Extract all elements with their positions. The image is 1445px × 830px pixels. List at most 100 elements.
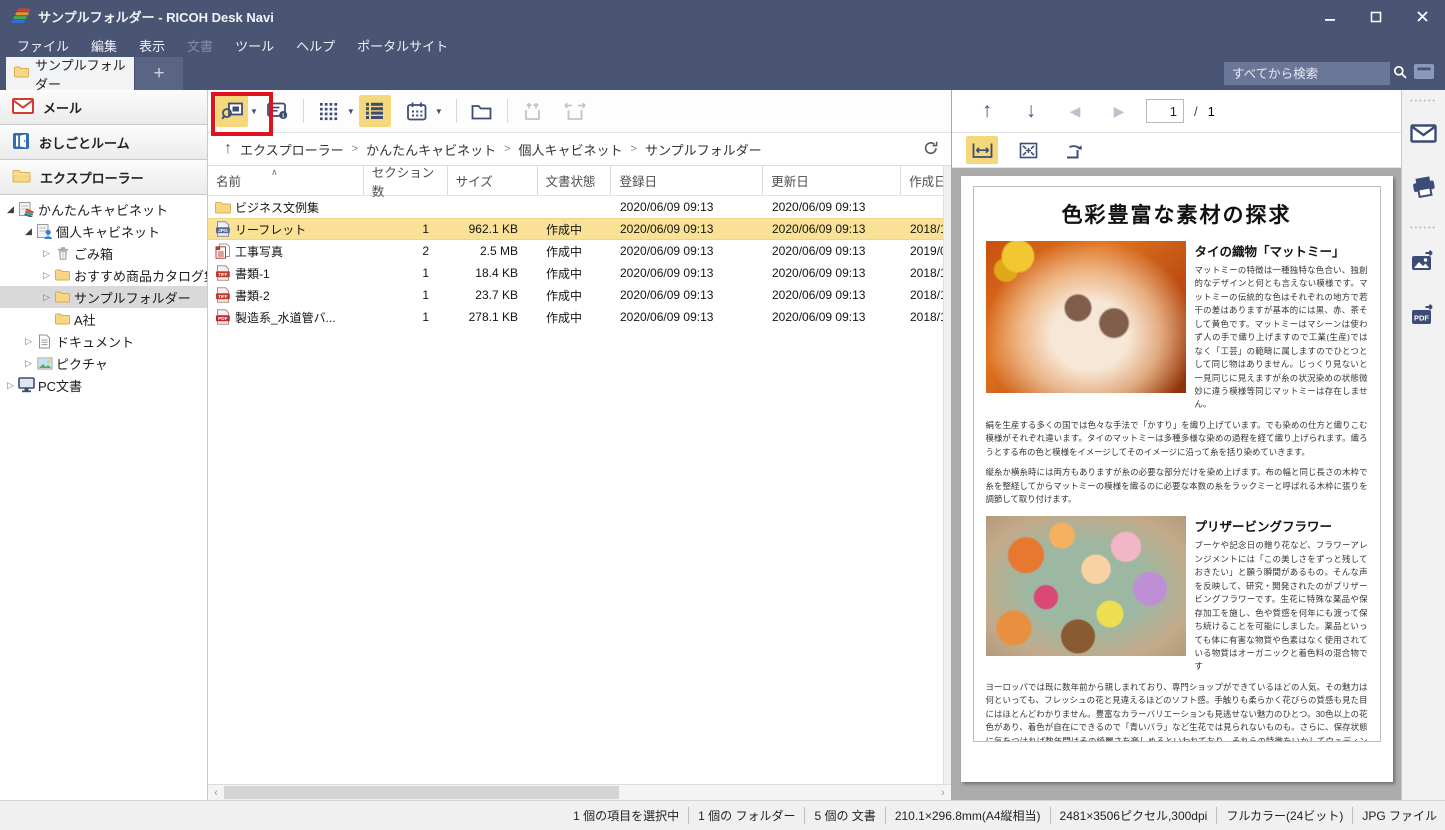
next-page-icon[interactable]: ▶ [1102, 96, 1136, 126]
next-document-icon[interactable]: ↓ [1014, 96, 1048, 126]
page-number-input[interactable] [1146, 99, 1184, 123]
refresh-icon[interactable] [923, 140, 939, 159]
print-icon[interactable] [1407, 167, 1441, 207]
menu-item[interactable]: ツール [224, 33, 285, 57]
chevron-down-icon[interactable]: ▼ [250, 107, 258, 116]
new-tab-button[interactable]: + [135, 57, 183, 90]
tree-expander-icon[interactable]: ▷ [40, 248, 53, 259]
tree-expander-icon[interactable]: ▷ [22, 358, 35, 369]
export-image-icon[interactable] [1407, 240, 1441, 280]
document-icon [35, 334, 54, 349]
tree-item[interactable]: ▷PC文書 [0, 374, 207, 396]
tree-expander-icon[interactable]: ▷ [40, 292, 53, 303]
search-input[interactable] [1232, 67, 1393, 81]
scrollbar-thumb[interactable] [224, 786, 619, 799]
preview-pane-button[interactable] [216, 95, 248, 127]
panel-toggle-icon[interactable] [1413, 63, 1435, 83]
tree-expander-icon[interactable]: ◢ [4, 204, 17, 215]
menu-item[interactable]: 編集 [80, 33, 128, 57]
calendar-view-button[interactable] [401, 95, 433, 127]
breadcrumb-item[interactable]: かんたんキャビネット [366, 140, 496, 159]
file-cell: 2020/06/09 09:13 [612, 222, 764, 236]
column-header-updated[interactable]: 更新日 [763, 166, 901, 195]
file-cell: 1 [364, 266, 448, 280]
tree-item-label: ドキュメント [56, 332, 134, 351]
workroom-icon [12, 132, 30, 153]
send-mail-icon[interactable] [1407, 113, 1441, 153]
property-card-button[interactable]: i [262, 95, 294, 127]
column-header-sections[interactable]: セクション数 [364, 166, 448, 195]
menu-item[interactable]: ファイル [6, 33, 80, 57]
status-item: 5 個の 文書 [805, 807, 885, 824]
sidebar-item-mail[interactable]: メール [0, 90, 207, 125]
tree-item[interactable]: ◢個人キャビネット [0, 220, 207, 242]
tab-folder-icon [14, 66, 29, 81]
list-view-button[interactable] [359, 95, 391, 127]
sidebar-item-workroom[interactable]: おしごとルーム [0, 125, 207, 160]
window-title: サンプルフォルダー - RICOH Desk Navi [38, 7, 274, 26]
horizontal-scrollbar[interactable]: ‹ › [208, 784, 951, 800]
file-row[interactable]: 工事写真22.5 MB作成中2020/06/09 09:132020/06/09… [208, 240, 951, 262]
menu-item[interactable]: 表示 [128, 33, 176, 57]
previous-page-icon[interactable]: ◀ [1058, 96, 1092, 126]
previous-document-icon[interactable]: ↑ [970, 96, 1004, 126]
file-row[interactable]: PDF製造系_水道管バ...1278.1 KB作成中2020/06/09 09:… [208, 306, 951, 328]
search-box[interactable] [1224, 62, 1390, 85]
file-row[interactable]: ビジネス文例集2020/06/09 09:132020/06/09 09:13 [208, 196, 951, 218]
preview-viewport[interactable]: 色彩豊富な素材の探求 タイの織物「マットミー」 マットミーの特徴は一種独特な色合… [952, 168, 1401, 800]
tree-item[interactable]: ▷ピクチャ [0, 352, 207, 374]
doc-image-bouquet [986, 516, 1186, 656]
split-button[interactable] [559, 95, 591, 127]
folder-icon [53, 291, 72, 303]
tree-expander-icon[interactable]: ◢ [22, 226, 35, 237]
breadcrumb-item[interactable]: 個人キャビネット [519, 140, 623, 159]
chevron-down-icon[interactable]: ▼ [435, 107, 443, 116]
column-header-name[interactable]: 名前 ∧ [208, 166, 364, 195]
new-folder-button[interactable] [466, 95, 498, 127]
search-icon[interactable] [1393, 65, 1407, 82]
tree-item[interactable]: ◢かんたんキャビネット [0, 198, 207, 220]
menu-item[interactable]: ポータルサイト [346, 33, 459, 57]
up-folder-icon[interactable]: ↑ [224, 140, 232, 158]
scroll-right-icon[interactable]: › [935, 787, 951, 799]
tree-item[interactable]: A社 [0, 308, 207, 330]
file-row[interactable]: JPGリーフレット1962.1 KB作成中2020/06/09 09:13202… [208, 218, 951, 240]
vertical-scrollbar[interactable] [943, 166, 951, 784]
maximize-button[interactable] [1353, 0, 1399, 33]
column-header-status[interactable]: 文書状態 [538, 166, 612, 195]
tree-expander-icon[interactable]: ▷ [22, 336, 35, 347]
export-pdf-icon[interactable]: PDF [1407, 294, 1441, 334]
chevron-down-icon[interactable]: ▼ [347, 107, 355, 116]
rotate-button[interactable] [1058, 136, 1090, 164]
combine-button[interactable] [517, 95, 549, 127]
breadcrumb-item[interactable]: エクスプローラー [240, 140, 344, 159]
close-button[interactable] [1399, 0, 1445, 33]
breadcrumb-item[interactable]: サンプルフォルダー [645, 140, 762, 159]
tree-item[interactable]: ▷おすすめ商品カタログ集 [0, 264, 207, 286]
drag-handle[interactable]: •••••• [1410, 98, 1437, 105]
fit-width-button[interactable] [966, 136, 998, 164]
file-row[interactable]: TIFF書類-2123.7 KB作成中2020/06/09 09:132020/… [208, 284, 951, 306]
file-cell: 作成中 [538, 221, 612, 238]
thumbnail-view-button[interactable] [313, 95, 345, 127]
column-header-size[interactable]: サイズ [448, 166, 538, 195]
file-cell: 2020/06/09 09:13 [612, 266, 764, 280]
sidebar-item-explorer[interactable]: エクスプローラー [0, 160, 207, 195]
column-header-registered[interactable]: 登録日 [611, 166, 763, 195]
tab-label: サンプルフォルダー [35, 55, 134, 93]
file-row[interactable]: TIFF書類-1118.4 KB作成中2020/06/09 09:132020/… [208, 262, 951, 284]
tree-expander-icon[interactable]: ▷ [40, 270, 53, 281]
file-cell: 作成中 [538, 243, 612, 260]
minimize-button[interactable] [1307, 0, 1353, 33]
tree-expander-icon[interactable]: ▷ [4, 380, 17, 391]
drag-handle-2[interactable]: •••••• [1410, 225, 1437, 232]
fit-page-button[interactable] [1012, 136, 1044, 164]
tree-item[interactable]: ▷ ドキュメント [0, 330, 207, 352]
tab-sample-folder[interactable]: サンプルフォルダー [6, 57, 134, 90]
tree-item[interactable]: ▷ごみ箱 [0, 242, 207, 264]
file-name-cell: PDF製造系_水道管バ... [208, 309, 364, 326]
scroll-left-icon[interactable]: ‹ [208, 787, 224, 799]
file-cell: 2020/06/09 09:13 [612, 200, 764, 214]
tree-item[interactable]: ▷サンプルフォルダー [0, 286, 207, 308]
menu-item[interactable]: ヘルプ [285, 33, 346, 57]
